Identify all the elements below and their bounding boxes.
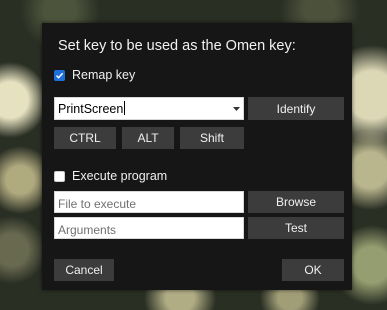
- arguments-input[interactable]: [54, 217, 244, 239]
- identify-button[interactable]: Identify: [248, 97, 344, 120]
- ctrl-button[interactable]: CTRL: [54, 127, 116, 149]
- alt-button[interactable]: ALT: [122, 127, 174, 149]
- key-select-value: PrintScreen: [58, 101, 126, 116]
- key-select-combobox[interactable]: PrintScreen: [54, 97, 244, 120]
- omen-key-dialog: Set key to be used as the Omen key: Rema…: [42, 23, 352, 290]
- ok-button[interactable]: OK: [282, 259, 344, 281]
- checkbox-checked[interactable]: [54, 69, 65, 81]
- shift-button[interactable]: Shift: [180, 127, 244, 149]
- dialog-title: Set key to be used as the Omen key:: [58, 38, 296, 54]
- test-button[interactable]: Test: [248, 217, 344, 239]
- execute-program-label: Execute program: [72, 169, 168, 183]
- remap-key-checkbox[interactable]: Remap key: [54, 68, 135, 82]
- file-to-execute-input[interactable]: [54, 191, 244, 213]
- remap-key-label: Remap key: [72, 68, 136, 82]
- execute-program-checkbox[interactable]: Execute program: [54, 169, 167, 183]
- checkbox-unchecked[interactable]: [54, 170, 65, 182]
- cancel-button[interactable]: Cancel: [54, 259, 114, 281]
- dropdown-arrow-icon[interactable]: [229, 106, 243, 111]
- checkmark-icon: [55, 72, 64, 79]
- text-caret: [124, 101, 126, 115]
- browse-button[interactable]: Browse: [248, 191, 344, 213]
